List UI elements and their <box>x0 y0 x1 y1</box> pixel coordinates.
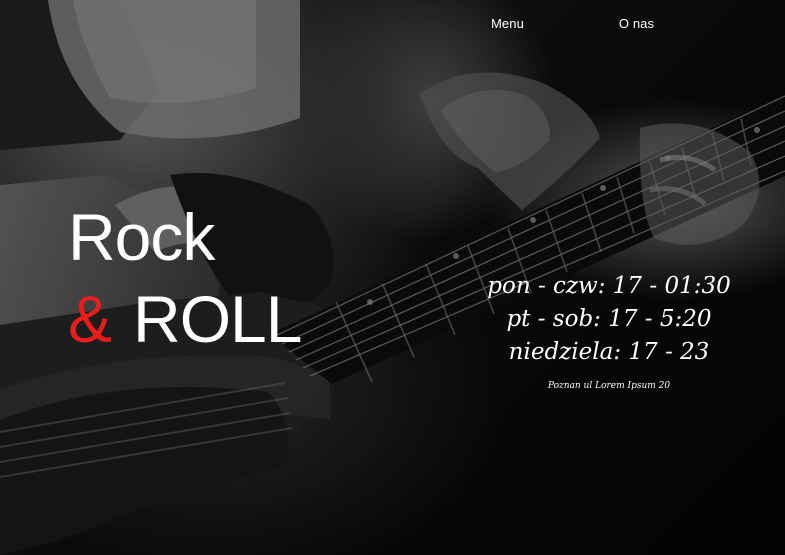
address-text: Poznan ul Lorem Ipsum 20 <box>547 381 671 391</box>
title-roll: ROLL <box>133 282 302 356</box>
title-ampersand: & <box>68 282 112 356</box>
hours-row-fri-sat: pt - sob: 17 - 5:20 <box>506 306 712 332</box>
nav-link-menu[interactable]: Menu <box>491 16 524 31</box>
opening-hours: pon - czw: 17 - 01:30 pt - sob: 17 - 5:2… <box>484 270 734 392</box>
hero-title: Rock & ROLL <box>68 200 302 352</box>
main-navigation: Menu O nas <box>491 16 654 31</box>
nav-link-o-nas[interactable]: O nas <box>619 16 654 31</box>
hours-row-sunday: niedziela: 17 - 23 <box>508 339 710 365</box>
title-roll-line: & ROLL <box>68 286 302 352</box>
hours-row-mon-thu: pon - czw: 17 - 01:30 <box>487 273 731 299</box>
hero-section: Menu O nas Rock & ROLL pon - czw: 17 - 01… <box>0 0 785 555</box>
title-rock: Rock <box>68 200 215 274</box>
